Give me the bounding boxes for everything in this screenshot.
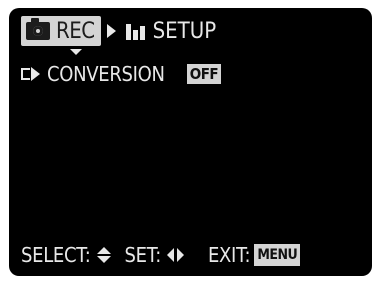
exit-label: EXIT: xyxy=(207,243,251,267)
tab-rec[interactable]: REC xyxy=(21,16,101,46)
arrow-right-icon xyxy=(106,24,116,38)
setting-label: CONVERSION xyxy=(47,62,165,86)
tab-rec-label: REC xyxy=(56,18,95,44)
footer-set: SET: xyxy=(125,243,184,267)
left-right-arrows-icon xyxy=(166,248,184,262)
set-label: SET: xyxy=(124,243,162,267)
camera-lcd-screen: REC SETUP CONVERSION OFF SELECT: SET: EX… xyxy=(9,8,372,276)
tab-setup[interactable]: SETUP xyxy=(153,19,217,44)
footer-select: SELECT: xyxy=(21,243,111,267)
menu-button[interactable]: MENU xyxy=(254,244,301,266)
setup-icon xyxy=(125,22,145,40)
up-down-arrows-icon xyxy=(96,247,111,263)
footer-exit: EXIT: MENU xyxy=(207,243,301,267)
menu-tabs: REC SETUP xyxy=(21,16,216,46)
footer-help: SELECT: SET: EXIT: MENU xyxy=(21,240,361,270)
select-label: SELECT: xyxy=(21,243,91,267)
setting-value-badge[interactable]: OFF xyxy=(186,64,222,84)
setting-row-conversion[interactable]: CONVERSION OFF xyxy=(21,61,222,87)
camera-icon xyxy=(26,18,50,40)
caret-down-icon xyxy=(70,49,82,55)
conversion-lens-icon xyxy=(21,66,41,82)
